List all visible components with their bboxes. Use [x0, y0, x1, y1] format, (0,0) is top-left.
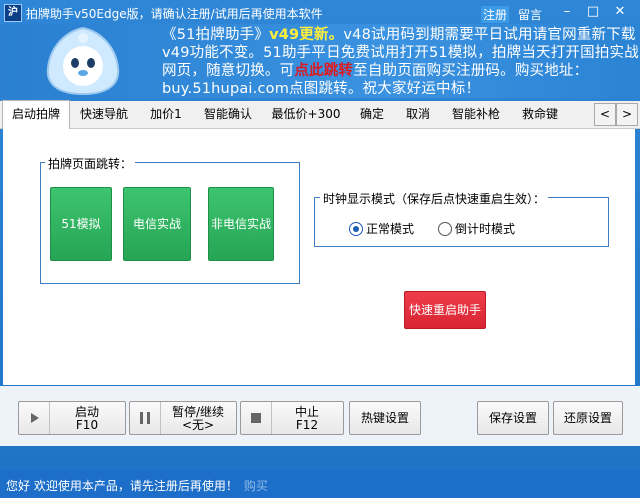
restore-settings-button[interactable]: 还原设置 [553, 401, 623, 435]
radio-normal-mode[interactable]: 正常模式 [349, 220, 414, 237]
tab-quick-nav[interactable]: 快速导航 [72, 101, 136, 128]
control-bar: 启动 F10 暂停/继续 <无> 中止 F12 热键设置 保存设置 还原设置 [0, 386, 640, 446]
minimize-icon[interactable]: – [557, 4, 577, 20]
pause-icon [140, 402, 161, 434]
save-settings-button[interactable]: 保存设置 [477, 401, 549, 435]
register-link[interactable]: 注册 [481, 6, 510, 23]
banner-part-1: 《51拍牌助手》 [162, 27, 270, 43]
banner-jump-link[interactable]: 点此跳转 [294, 63, 353, 79]
tab-add-price[interactable]: 加价1 [140, 101, 192, 128]
main-panel: 拍牌页面跳转： 51模拟 电信实战 非电信实战 时钟显示模式（保存后点快速重启生… [3, 129, 635, 385]
close-icon[interactable]: ✕ [610, 4, 630, 20]
start-button[interactable]: 启动 F10 [18, 401, 126, 435]
status-bar: 您好 欢迎使用本产品，请先注册后再使用！ 购买 [0, 470, 640, 498]
promo-banner[interactable]: 《51拍牌助手》v49更新。v48试用码到期需要平日试用请官网重新下载v49功能… [0, 24, 640, 98]
play-icon [31, 402, 50, 434]
window-title: 拍牌助手v50Edge版，请确认注册/试用后再使用本软件 [26, 7, 323, 21]
app-icon: 沪 [4, 4, 22, 22]
status-message: 您好 欢迎使用本产品，请先注册后再使用！ 购买 [6, 477, 268, 494]
tab-smart-confirm[interactable]: 智能确认 [196, 101, 260, 128]
tab-start-auction[interactable]: 启动拍牌 [2, 100, 70, 129]
maximize-icon[interactable]: □ [583, 4, 603, 20]
stop-button[interactable]: 中止 F12 [240, 401, 344, 435]
pause-resume-button[interactable]: 暂停/继续 <无> [129, 401, 237, 435]
radio-countdown-mode[interactable]: 倒计时模式 [438, 220, 515, 237]
page-jump-legend: 拍牌页面跳转： [45, 155, 136, 172]
stop-hotkey: F12 [295, 418, 319, 432]
tab-confirm[interactable]: 确定 [352, 101, 392, 128]
radio-countdown-label: 倒计时模式 [455, 222, 516, 236]
tab-rescue-key[interactable]: 救命键 [512, 101, 568, 128]
tab-cancel[interactable]: 取消 [396, 101, 440, 128]
radio-normal-label: 正常模式 [366, 222, 415, 236]
radio-checked-icon[interactable] [349, 222, 363, 236]
title-bar[interactable]: 沪 拍牌助手v50Edge版，请确认注册/试用后再使用本软件 注册 留言 – □… [0, 0, 640, 24]
app-window: 沪 拍牌助手v50Edge版，请确认注册/试用后再使用本软件 注册 留言 – □… [0, 0, 640, 498]
hotkey-settings-button[interactable]: 热键设置 [349, 401, 421, 435]
quick-restart-button[interactable]: 快速重启助手 [404, 291, 486, 329]
clock-mode-legend: 时钟显示模式（保存后点快速重启生效）： [320, 190, 549, 207]
jump-non-telecom-button[interactable]: 非电信实战 [208, 187, 274, 261]
mascot-logo-icon [46, 26, 120, 96]
radio-unchecked-icon[interactable] [438, 222, 452, 236]
page-jump-group: 拍牌页面跳转： 51模拟 电信实战 非电信实战 [40, 155, 300, 284]
status-message-text: 您好 欢迎使用本产品，请先注册后再使用！ [6, 479, 238, 493]
tab-strip: 启动拍牌 快速导航 加价1 智能确认 最低价+300 确定 取消 智能补枪 救命… [0, 100, 640, 129]
tab-scroll-left-icon[interactable]: < [594, 103, 616, 126]
banner-version-highlight: v49更新。 [269, 27, 344, 43]
tab-smart-refill[interactable]: 智能补枪 [444, 101, 508, 128]
jump-51-sim-button[interactable]: 51模拟 [50, 187, 112, 261]
pause-hotkey: <无> [181, 418, 215, 432]
start-hotkey: F10 [75, 418, 99, 432]
jump-telecom-button[interactable]: 电信实战 [123, 187, 191, 261]
stop-icon [251, 402, 272, 434]
tab-scroll-right-icon[interactable]: > [616, 103, 638, 126]
message-link[interactable]: 留言 [518, 6, 542, 23]
clock-mode-group: 时钟显示模式（保存后点快速重启生效）： 正常模式 倒计时模式 [314, 190, 609, 247]
status-buy-link[interactable]: 购买 [244, 479, 268, 493]
tab-min-price[interactable]: 最低价+300 [264, 101, 348, 128]
banner-text[interactable]: 《51拍牌助手》v49更新。v48试用码到期需要平日试用请官网重新下载v49功能… [162, 26, 640, 98]
